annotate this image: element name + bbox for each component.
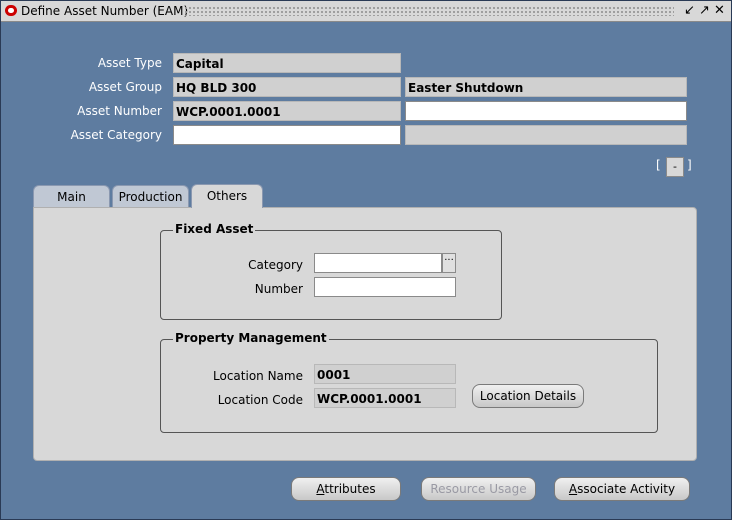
property-management-group: Property Management Location Name 0001 L… (160, 331, 658, 433)
location-name-field[interactable]: 0001 (314, 364, 456, 384)
location-code-label: Location Code (217, 393, 303, 407)
folder-button[interactable]: - (666, 157, 684, 177)
fixed-asset-title: Fixed Asset (173, 222, 256, 236)
asset-category-description[interactable] (405, 125, 687, 145)
asset-type-field[interactable]: Capital (173, 53, 401, 73)
fixed-asset-number-label: Number (254, 282, 303, 296)
define-asset-number-window: Define Asset Number (EAM) ↙ ↗ ✕ Asset Ty… (0, 0, 732, 520)
location-name-label: Location Name (213, 369, 303, 383)
location-details-button[interactable]: Location Details (472, 384, 584, 408)
title-bar[interactable]: Define Asset Number (EAM) ↙ ↗ ✕ (1, 1, 731, 22)
tab-panel-others: Fixed Asset Category ··· Number Property… (33, 207, 697, 461)
tab-main[interactable]: Main (33, 185, 110, 207)
asset-category-label: Asset Category (70, 128, 162, 142)
asset-group-label: Asset Group (88, 80, 162, 94)
close-icon[interactable]: ✕ (714, 3, 725, 19)
associate-activity-label: ssociate Activity (577, 482, 676, 496)
window-title: Define Asset Number (EAM) (21, 4, 189, 18)
asset-number-label: Asset Number (77, 104, 162, 118)
tab-others[interactable]: Others (191, 184, 263, 208)
minimize-icon[interactable]: ↙ (684, 3, 695, 19)
asset-group-field[interactable]: HQ BLD 300 (173, 77, 401, 97)
list-of-values-icon[interactable]: ··· (442, 253, 456, 273)
fixed-asset-number-field[interactable] (314, 277, 456, 297)
tab-production[interactable]: Production (112, 185, 189, 207)
asset-group-description[interactable]: Easter Shutdown (405, 77, 687, 97)
fixed-asset-group: Fixed Asset Category ··· Number (160, 222, 502, 320)
folder-bracket-right: ] (687, 158, 692, 172)
property-management-title: Property Management (173, 331, 329, 345)
oracle-logo-icon (5, 5, 17, 16)
asset-type-label: Asset Type (97, 56, 162, 70)
associate-activity-button[interactable]: Associate Activity (554, 477, 690, 501)
folder-bracket-left: [ (656, 158, 661, 172)
maximize-icon[interactable]: ↗ (699, 3, 710, 19)
fixed-asset-category-label: Category (248, 258, 303, 272)
attributes-label: ttributes (324, 482, 376, 496)
asset-number-description[interactable] (405, 101, 687, 121)
asset-number-field[interactable]: WCP.0001.0001 (173, 101, 401, 121)
location-code-field[interactable]: WCP.0001.0001 (314, 388, 456, 408)
attributes-button[interactable]: Attributes (291, 477, 401, 501)
fixed-asset-category-field[interactable] (314, 253, 442, 273)
associate-activity-mnemonic: A (568, 482, 578, 496)
resource-usage-button[interactable]: Resource Usage (421, 477, 536, 501)
title-bar-grip (184, 6, 674, 16)
asset-category-field[interactable] (173, 125, 401, 145)
